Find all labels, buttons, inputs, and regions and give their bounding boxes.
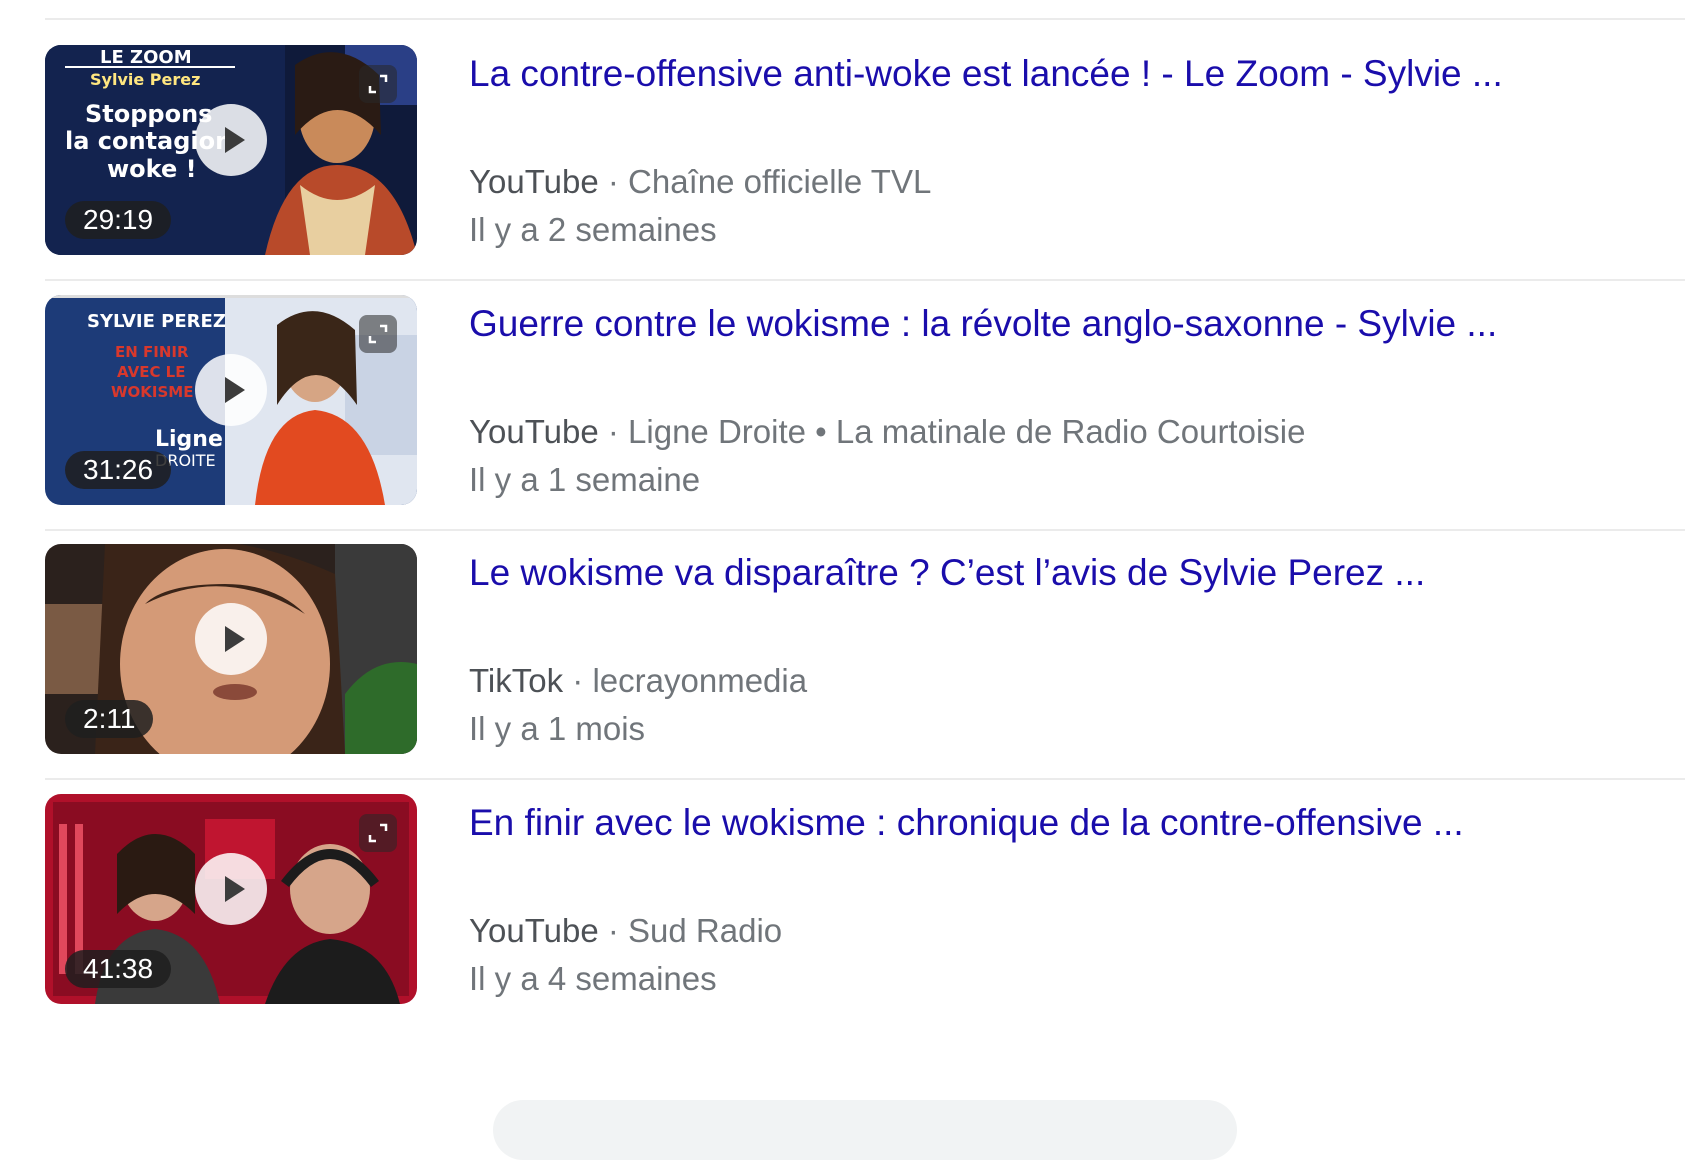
result-divider <box>45 529 1685 531</box>
result-channel: lecrayonmedia <box>592 662 808 699</box>
thumbnail-caption: AVEC LE <box>117 363 186 381</box>
result-source: YouTube <box>469 163 599 200</box>
play-icon[interactable] <box>195 603 267 675</box>
video-thumbnail[interactable]: 2:11 <box>45 544 417 754</box>
result-divider <box>45 279 1685 281</box>
thumbnail-caption: EN FINIR <box>115 343 189 361</box>
meta-separator: · <box>572 662 593 699</box>
meta-separator: · <box>607 912 629 949</box>
thumbnail-caption: WOKISME <box>111 383 194 401</box>
result-time: Il y a 2 semaines <box>469 211 717 248</box>
video-duration: 29:19 <box>65 201 172 239</box>
result-title-link[interactable]: En finir avec le wokisme : chronique de … <box>469 802 1464 844</box>
result-channel: Ligne Droite • La matinale de Radio Cour… <box>628 413 1306 450</box>
thumbnail-caption: Ligne <box>155 427 223 452</box>
result-channel: Sud Radio <box>628 912 783 949</box>
meta-separator: · <box>607 413 629 450</box>
result-title-link[interactable]: Le wokisme va disparaître ? C’est l’avis… <box>469 552 1425 594</box>
meta-separator: · <box>607 163 629 200</box>
thumbnail-caption: woke ! <box>107 155 197 183</box>
result-channel: Chaîne officielle TVL <box>628 163 932 200</box>
thumbnail-caption: SYLVIE PEREZ <box>87 311 226 332</box>
video-thumbnail[interactable]: LE ZOOM Sylvie Perez Stoppons la contagi… <box>45 45 417 255</box>
expand-icon[interactable] <box>359 315 397 353</box>
expand-icon[interactable] <box>359 65 397 103</box>
video-duration: 31:26 <box>65 451 172 489</box>
video-thumbnail[interactable]: 41:38 <box>45 794 417 1004</box>
result-title-link[interactable]: Guerre contre le wokisme : la révolte an… <box>469 303 1497 345</box>
result-time: Il y a 1 mois <box>469 710 646 747</box>
video-duration: 41:38 <box>65 950 172 988</box>
result-source-line: TikTok · lecrayonmedia <box>469 662 807 700</box>
thumbnail-caption: Sylvie Perez <box>90 70 201 89</box>
thumbnail-caption: Stoppons <box>85 100 213 128</box>
result-title-link[interactable]: La contre-offensive anti-woke est lancée… <box>469 53 1503 95</box>
more-videos-button[interactable] <box>493 1100 1237 1160</box>
result-time: Il y a 1 semaine <box>469 461 701 498</box>
video-result: 2:11 Le wokisme va disparaître ? C’est l… <box>45 544 1685 780</box>
result-source: YouTube <box>469 413 599 450</box>
video-thumbnail[interactable]: SYLVIE PEREZ EN FINIR AVEC LE WOKISME Li… <box>45 295 417 505</box>
result-divider <box>45 778 1685 780</box>
top-divider <box>45 18 1685 20</box>
result-time: Il y a 4 semaines <box>469 960 717 997</box>
play-icon[interactable] <box>195 354 267 426</box>
video-duration: 2:11 <box>65 700 154 738</box>
video-result: LE ZOOM Sylvie Perez Stoppons la contagi… <box>45 45 1685 281</box>
video-result: 41:38 En finir avec le wokisme : chroniq… <box>45 794 1685 1004</box>
result-source-line: YouTube · Ligne Droite • La matinale de … <box>469 413 1305 451</box>
result-source: YouTube <box>469 912 599 949</box>
result-source-line: YouTube · Sud Radio <box>469 912 782 950</box>
expand-icon[interactable] <box>359 814 397 852</box>
thumbnail-caption: LE ZOOM <box>100 47 192 68</box>
video-result: SYLVIE PEREZ EN FINIR AVEC LE WOKISME Li… <box>45 295 1685 531</box>
play-icon[interactable] <box>195 104 267 176</box>
result-source: TikTok <box>469 662 564 699</box>
result-source-line: YouTube · Chaîne officielle TVL <box>469 163 931 201</box>
play-icon[interactable] <box>195 853 267 925</box>
